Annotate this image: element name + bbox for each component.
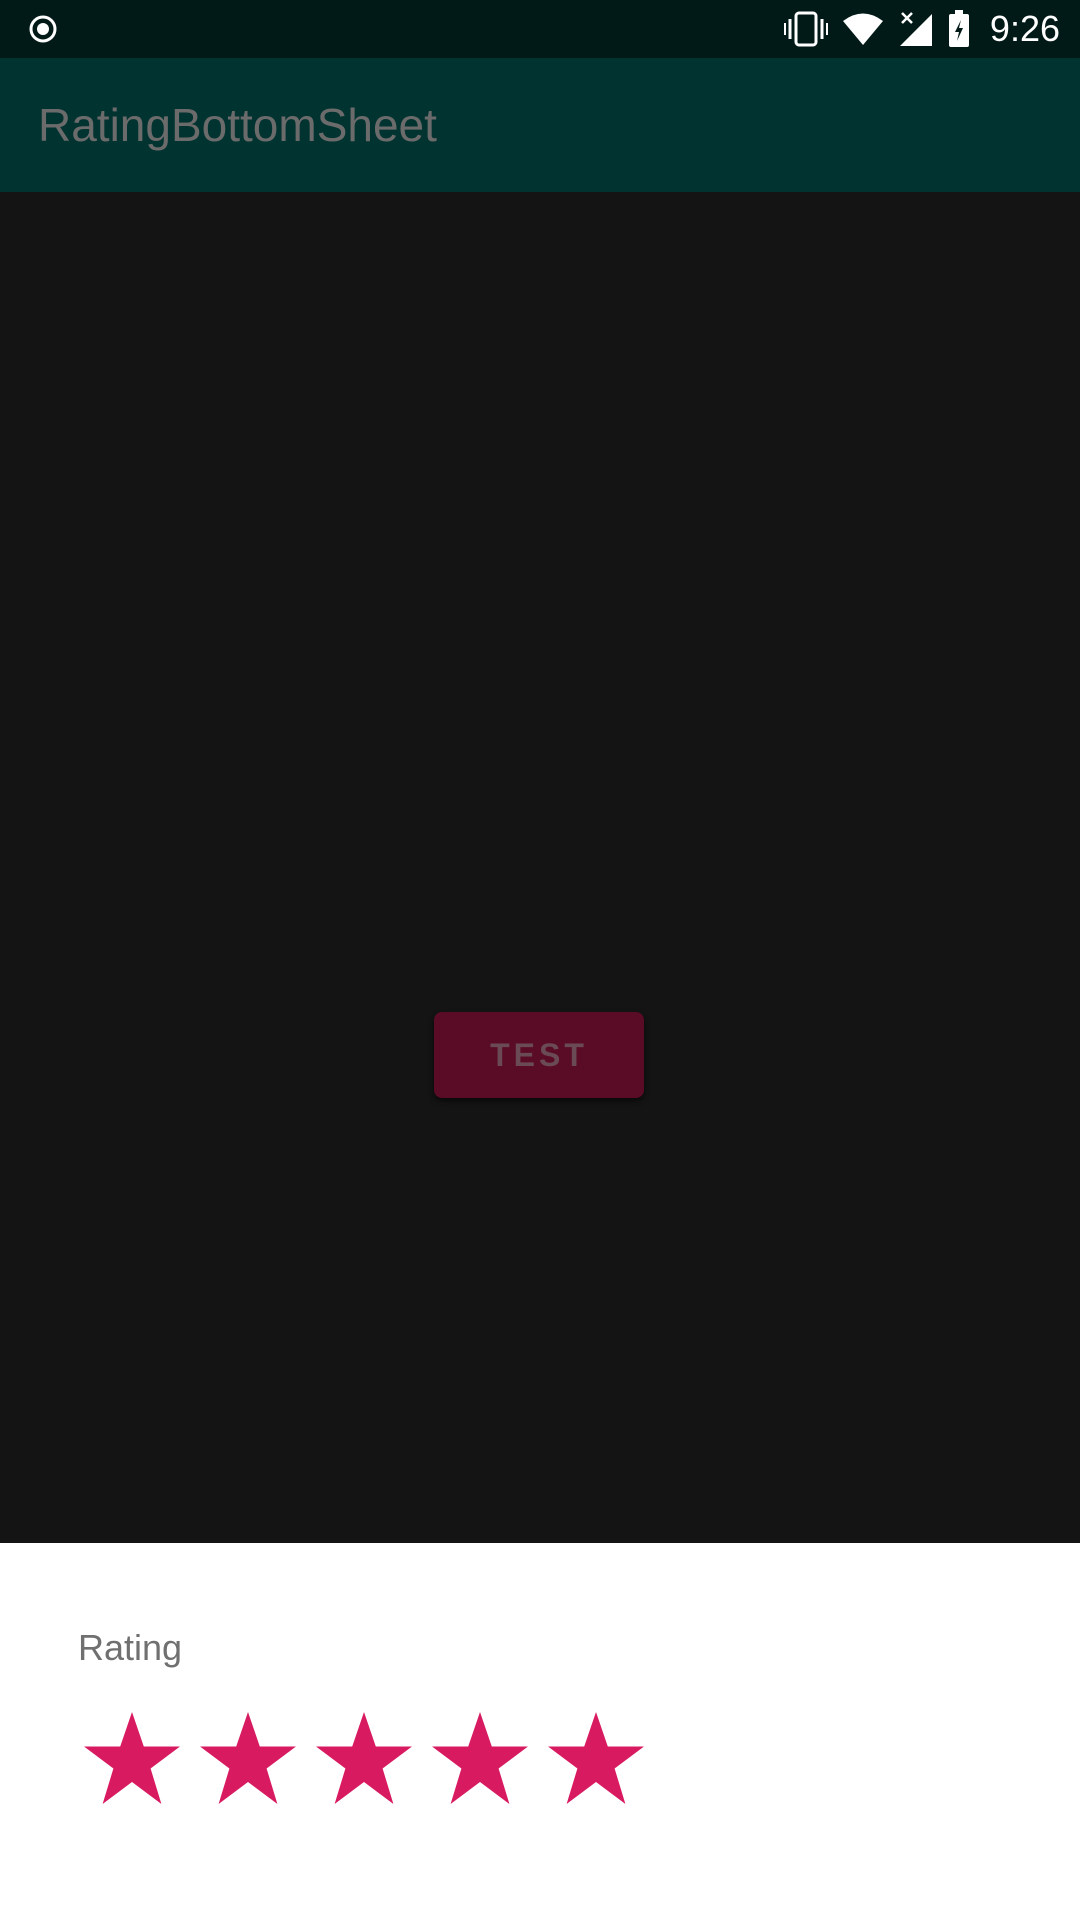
status-clock: 9:26 xyxy=(989,8,1060,49)
star-icon[interactable] xyxy=(314,1710,414,1806)
cell-signal-icon xyxy=(898,10,934,48)
rating-bar[interactable] xyxy=(82,1710,646,1806)
rating-label: Rating xyxy=(78,1627,183,1668)
content-scrim[interactable]: TEST xyxy=(0,192,1080,1543)
status-bar: 9:26 xyxy=(0,0,1080,58)
record-icon xyxy=(28,14,58,44)
star-icon[interactable] xyxy=(546,1710,646,1806)
vibrate-icon xyxy=(783,11,828,47)
app-bar: RatingBottomSheet xyxy=(0,58,1080,192)
test-button[interactable]: TEST xyxy=(434,1012,644,1098)
star-icon[interactable] xyxy=(82,1710,182,1806)
rating-bottom-sheet: Rating xyxy=(0,1543,1080,1920)
app-title: RatingBottomSheet xyxy=(38,99,437,151)
star-icon[interactable] xyxy=(198,1710,298,1806)
battery-charging-icon xyxy=(948,10,970,48)
wifi-icon xyxy=(842,12,884,46)
star-icon[interactable] xyxy=(430,1710,530,1806)
